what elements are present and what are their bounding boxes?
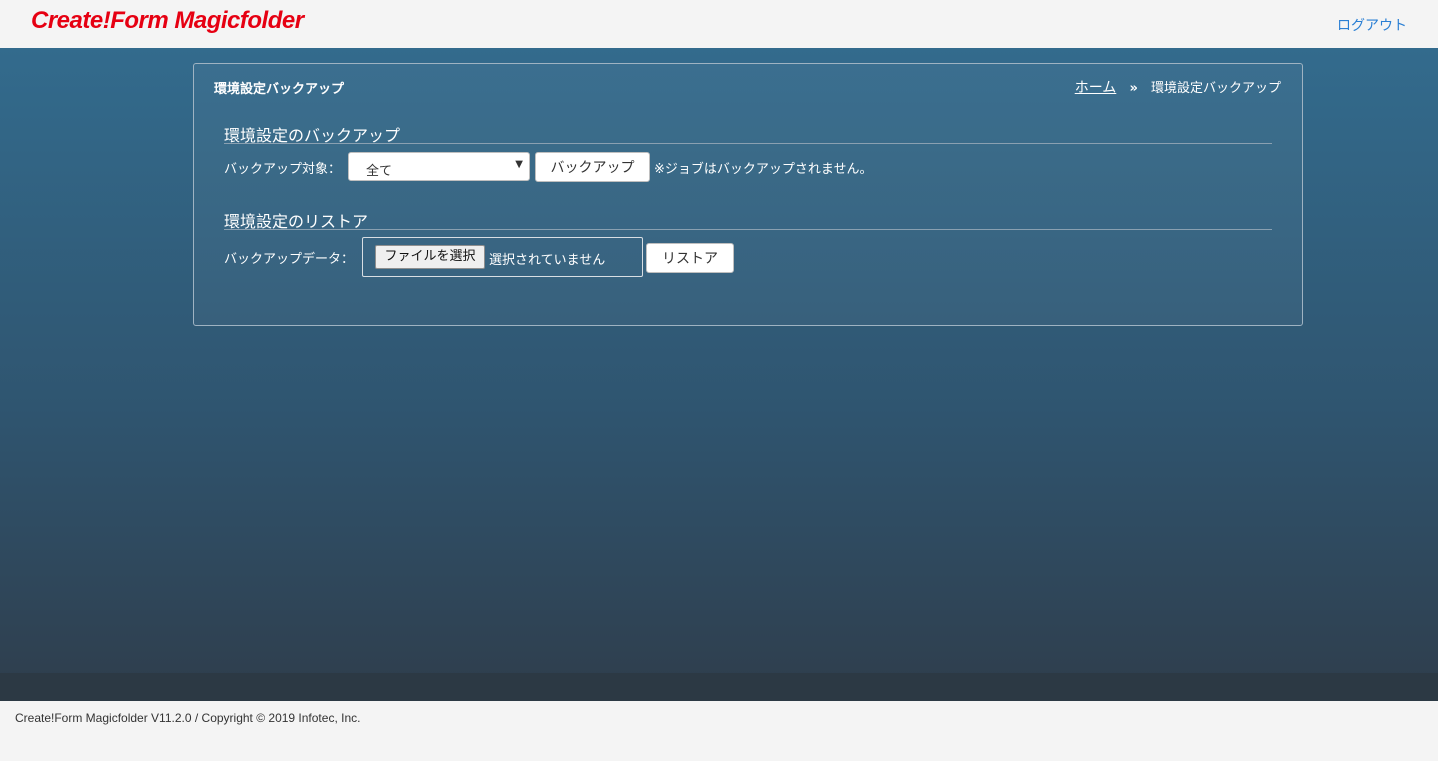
breadcrumb-separator: »	[1129, 81, 1138, 96]
breadcrumb-home-link[interactable]: ホーム	[1075, 80, 1117, 96]
backup-target-select[interactable]: 全て ▼	[348, 152, 530, 181]
backup-target-selected-value: 全て	[366, 164, 393, 179]
main-bottom-band	[0, 673, 1438, 701]
dropdown-arrow-icon: ▼	[515, 159, 523, 170]
main-area: 環境設定バックアップ ホーム » 環境設定バックアップ 環境設定のバックアップ …	[0, 48, 1438, 701]
breadcrumb: ホーム » 環境設定バックアップ	[1075, 77, 1281, 97]
copyright-text: Create!Form Magicfolder V11.2.0 / Copyri…	[15, 711, 361, 725]
restore-button[interactable]: リストア	[646, 243, 734, 273]
backup-button[interactable]: バックアップ	[535, 152, 650, 182]
app-footer: Create!Form Magicfolder V11.2.0 / Copyri…	[0, 701, 1438, 761]
backup-target-label: バックアップ対象：	[224, 162, 342, 177]
settings-backup-panel: 環境設定バックアップ ホーム » 環境設定バックアップ 環境設定のバックアップ …	[193, 63, 1303, 326]
breadcrumb-current: 環境設定バックアップ	[1150, 81, 1281, 96]
page-title: 環境設定バックアップ	[214, 82, 345, 97]
backup-section-divider	[224, 143, 1272, 144]
restore-data-label: バックアップデータ：	[224, 252, 355, 267]
file-selection-status: 選択されていません	[489, 253, 606, 268]
choose-file-button[interactable]: ファイルを選択	[375, 245, 485, 269]
restore-file-input[interactable]: ファイルを選択 選択されていません	[362, 237, 643, 277]
app-header: Create!Form Magicfolder ログアウト	[0, 0, 1438, 48]
restore-section-divider	[224, 229, 1272, 230]
backup-note: ※ジョブはバックアップされません。	[654, 162, 873, 177]
app-logo: Create!Form Magicfolder	[31, 7, 304, 34]
logout-link[interactable]: ログアウト	[1337, 15, 1407, 35]
